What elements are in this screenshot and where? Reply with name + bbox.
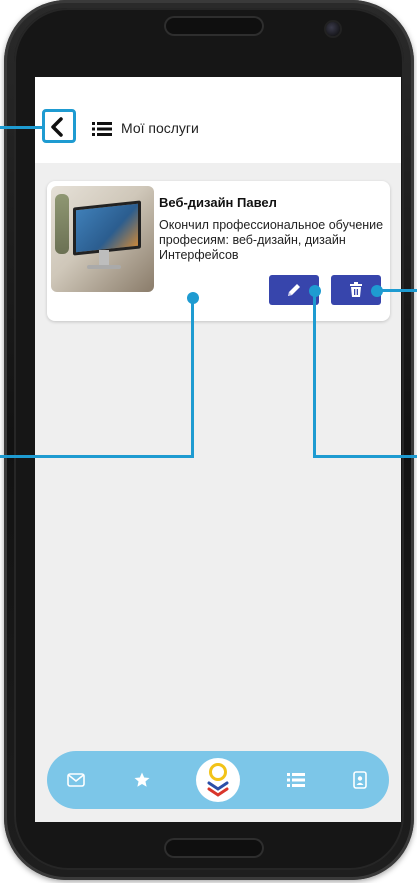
callout-line-card-vertical <box>191 298 194 458</box>
list-icon <box>287 773 305 787</box>
trash-icon <box>350 282 362 297</box>
mail-icon <box>67 773 85 787</box>
callout-line-card-horizontal <box>0 455 194 458</box>
service-description: Окончил профессиональное обучение профес… <box>159 218 384 262</box>
app-header: Мої послуги <box>35 77 401 163</box>
logo-icon <box>207 763 229 797</box>
monitor-base <box>87 265 121 269</box>
list-icon[interactable] <box>92 121 112 137</box>
callout-line-back <box>0 126 44 129</box>
contact-card-icon <box>353 771 367 789</box>
front-camera <box>326 22 340 36</box>
top-speaker <box>164 16 264 36</box>
app-screen: Мої послуги Веб-дизайн Павел Окончил про… <box>35 77 401 822</box>
plant-shape <box>55 194 69 254</box>
page-title: Мої послуги <box>121 120 199 136</box>
nav-messages[interactable] <box>53 751 99 809</box>
bottom-navigation <box>47 751 389 809</box>
callout-line-edit-vertical <box>313 291 316 458</box>
pencil-icon <box>288 284 300 296</box>
service-card[interactable]: Веб-дизайн Павел Окончил профессионально… <box>47 181 390 321</box>
service-image <box>51 186 154 292</box>
callout-line-edit-horizontal <box>313 455 417 458</box>
service-title: Веб-дизайн Павел <box>159 195 277 210</box>
star-icon <box>134 772 150 787</box>
nav-services[interactable] <box>273 751 319 809</box>
monitor-screen <box>73 200 141 256</box>
nav-favorites[interactable] <box>119 751 165 809</box>
monitor-stand <box>99 250 109 266</box>
nav-contacts[interactable] <box>337 751 383 809</box>
bottom-speaker <box>164 838 264 858</box>
back-button-highlight <box>42 109 76 143</box>
callout-line-delete <box>377 289 417 292</box>
nav-home[interactable] <box>196 758 240 802</box>
